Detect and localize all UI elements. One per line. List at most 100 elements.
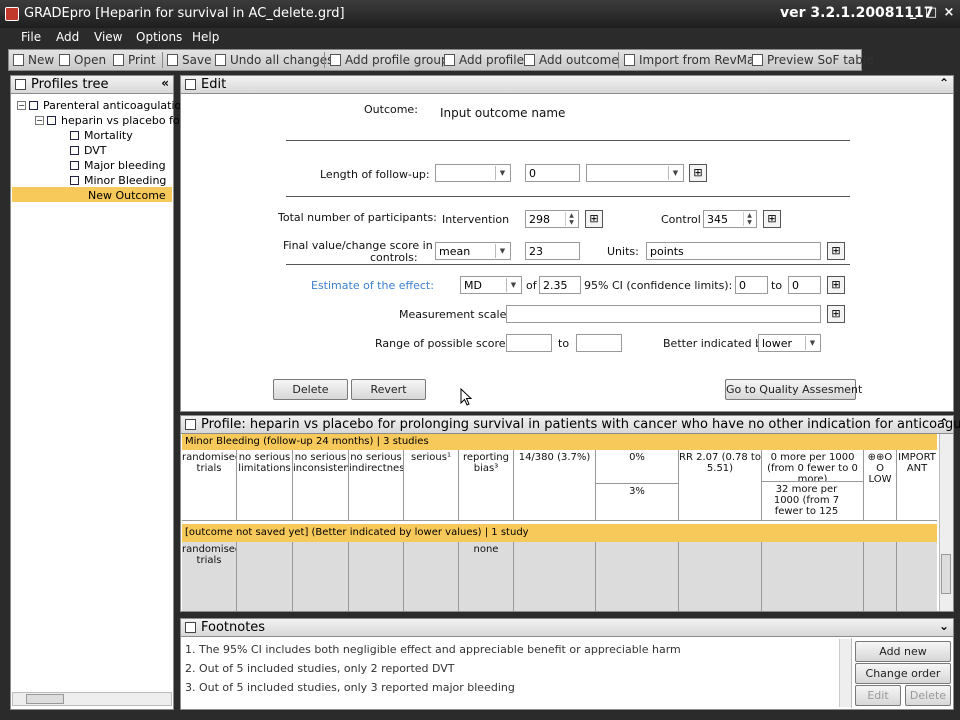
collapse-node-icon[interactable]: − [35,116,44,125]
tree-node-root[interactable]: − Parenteral anticoagulation fo [17,99,202,112]
menu-view[interactable]: View [94,30,122,44]
toolbar-separator [162,52,163,68]
pin-icon[interactable]: ⊞ [689,164,707,182]
app-icon [5,7,19,21]
pin-icon[interactable]: ⊞ [827,305,845,323]
open-button[interactable]: Open [59,52,106,68]
mouse-cursor-icon [460,388,473,406]
range-to-input[interactable] [576,334,622,352]
pin-icon[interactable]: ⊞ [827,276,845,294]
profile-scroll-thumb[interactable] [941,554,951,594]
collapse-icon[interactable]: ⌄ [939,619,949,633]
profiles-tree-header: Profiles tree « [10,75,174,94]
followup-unit-select[interactable]: ▼ [586,164,684,182]
range-from-input[interactable] [506,334,552,352]
edit-footnote-button[interactable]: Edit [855,685,901,706]
spinner-icon[interactable]: ▲ ▼ [743,212,755,226]
print-icon [113,54,124,66]
outcome-icon [70,146,79,155]
footnotes-scrollbar[interactable] [839,639,851,707]
toolbar-separator [324,52,325,68]
delete-button[interactable]: Delete [273,379,348,400]
tree-node-minor-bleeding[interactable]: Minor Bleeding [70,174,166,187]
new-icon [13,54,24,66]
profile-table: Minor Bleeding (follow-up 24 months) | 3… [180,434,954,612]
final-type-select[interactable]: mean ▼ [435,242,511,260]
final-value-input[interactable]: 23 [525,242,580,260]
tree-node-mortality[interactable]: Mortality [70,129,133,142]
add-outcome-button[interactable]: Add outcome [524,52,619,68]
add-profile-group-button[interactable]: Add profile group [330,52,449,68]
menu-options[interactable]: Options [136,30,182,44]
menu-help[interactable]: Help [192,30,219,44]
menu-file[interactable]: File [21,30,41,44]
profile-header: Profile: heparin vs placebo for prolongi… [180,415,960,434]
footnote-item[interactable]: 3. Out of 5 included studies, only 3 rep… [185,681,515,694]
tree-panel-icon [15,79,26,90]
range-to-label: to [558,337,570,350]
add-new-footnote-button[interactable]: Add new [855,641,951,662]
outcome-band-new[interactable]: [outcome not saved yet] (Better indicate… [182,524,937,542]
ci-to-input[interactable]: 0 [788,276,821,294]
divider [286,140,850,141]
footnote-item[interactable]: 2. Out of 5 included studies, only 2 rep… [185,662,455,675]
followup-qualifier-select[interactable]: ▼ [435,164,511,182]
close-icon[interactable]: × [940,4,958,22]
outcome-icon [70,131,79,140]
scale-input[interactable] [506,305,821,323]
minimize-icon[interactable]: _ [904,4,922,22]
of-label: of [526,279,537,292]
followup-label: Length of follow-up: [320,168,430,181]
toolbar: New Open Print Save Undo all changes Add… [8,49,874,71]
tree-node-profile[interactable]: − heparin vs placebo for p [35,114,195,127]
maximize-icon[interactable]: □ [922,4,940,22]
undo-all-button[interactable]: Undo all changes [215,52,333,68]
save-button[interactable]: Save [167,52,211,68]
undo-icon [215,54,226,66]
spinner-icon[interactable]: ▲ ▼ [565,212,577,226]
range-label: Range of possible scores: [375,337,515,350]
table-row[interactable]: randomised trials no serious limitations… [182,450,937,520]
collapse-icon[interactable]: « [161,76,169,90]
tree-node-new-outcome[interactable]: New Outcome [88,189,166,202]
footnote-item[interactable]: 1. The 95% CI includes both negligible e… [185,643,681,656]
collapse-node-icon[interactable]: − [17,101,26,110]
units-input[interactable]: points [646,242,821,260]
pin-icon[interactable]: ⊞ [763,210,781,228]
outcome-band-minor-bleeding[interactable]: Minor Bleeding (follow-up 24 months) | 3… [182,434,937,450]
tree-scroll-thumb[interactable] [26,694,64,704]
collapse-icon[interactable]: ⌃ [939,416,949,430]
preview-sof-button[interactable]: Preview SoF table [752,52,874,68]
new-button[interactable]: New [13,52,54,68]
pin-icon[interactable]: ⊞ [827,242,845,260]
open-icon [59,54,70,66]
quality-assessment-button[interactable]: Go to Quality Assesment [725,379,862,400]
toolbar-separator [618,52,619,68]
intervention-input[interactable]: 298 ▲ ▼ [525,210,579,228]
change-order-button[interactable]: Change order [855,663,951,684]
control-input[interactable]: 345 ▲ ▼ [703,210,757,228]
add-profile-button[interactable]: Add profile [444,52,524,68]
ci-to-label: to [771,279,783,292]
footnotes-panel-icon [185,622,196,633]
followup-input[interactable]: 0 [525,164,580,182]
print-button[interactable]: Print [113,52,156,68]
chevron-down-icon: ▼ [495,244,509,258]
pin-icon[interactable]: ⊞ [585,210,603,228]
ci-from-input[interactable]: 0 [735,276,768,294]
import-revman-button[interactable]: Import from RevMan [624,52,762,68]
scale-label: Measurement scale: [399,308,511,321]
menu-add[interactable]: Add [56,30,79,44]
estimate-type-select[interactable]: MD ▼ [460,276,522,294]
better-select[interactable]: lower ▼ [758,334,821,352]
tree-node-major-bleeding[interactable]: Major bleeding [70,159,166,172]
delete-footnote-button[interactable]: Delete [905,685,951,706]
outcome-name-field[interactable]: Input outcome name [440,106,565,120]
estimate-value-input[interactable]: 2.35 [539,276,581,294]
window-title: GRADEpro [Heparin for survival in AC_del… [24,6,345,21]
tree-node-dvt[interactable]: DVT [70,144,107,157]
table-row[interactable]: randomised trials none [182,542,937,611]
estimate-label[interactable]: Estimate of the effect: [311,279,434,292]
collapse-icon[interactable]: ⌃ [939,76,949,90]
revert-button[interactable]: Revert [351,379,426,400]
